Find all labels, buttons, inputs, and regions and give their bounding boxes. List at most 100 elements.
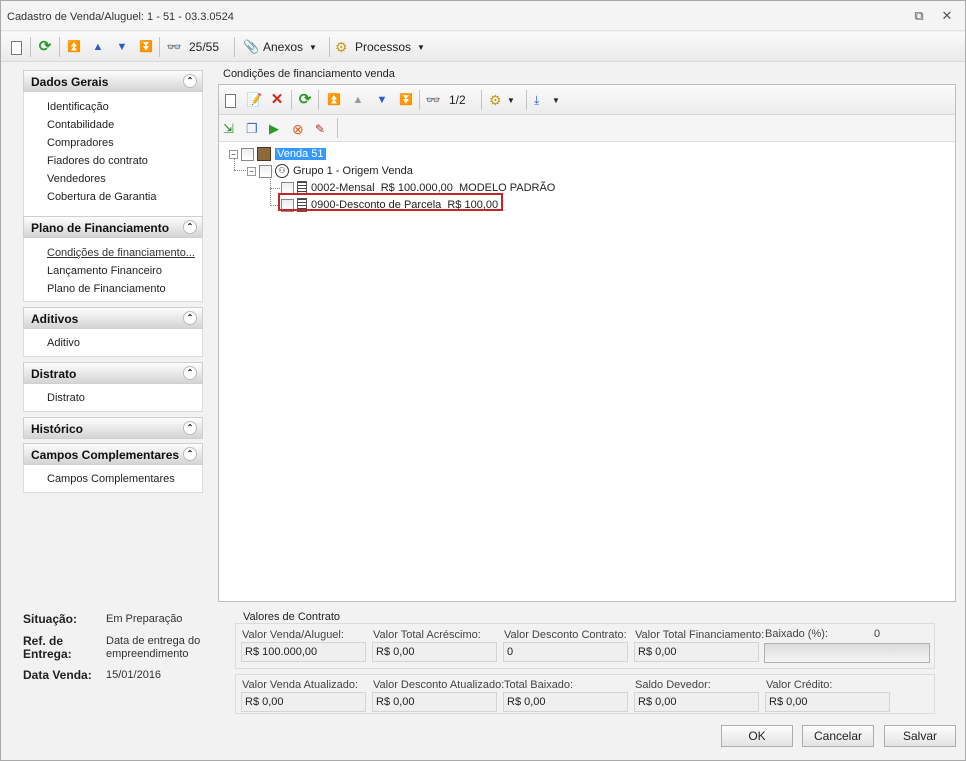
process-menu[interactable]: ⚙ ▼ <box>489 90 515 110</box>
sidebar-item-cobertura-garantia[interactable]: Cobertura de Garantia <box>24 188 202 206</box>
collapse-icon[interactable]: ⌃ <box>183 421 197 435</box>
sidebar-group-header[interactable]: Distrato ⌃ <box>23 362 203 384</box>
new-record-button[interactable] <box>9 37 22 57</box>
paperclip-icon: 📎 <box>243 39 260 54</box>
tree-checkbox[interactable] <box>259 164 272 178</box>
sidebar-item-plano-financiamento[interactable]: Plano de Financiamento <box>24 280 202 298</box>
valor-credito-field[interactable]: R$ 0,00 <box>765 692 890 712</box>
valor-venda-field[interactable]: R$ 100.000,00 <box>241 642 366 662</box>
restore-icon[interactable]: ⧉ <box>911 8 927 24</box>
sidebar: Dados Gerais ⌃ Identificação Contabilidad… <box>15 63 211 603</box>
tree-node-root[interactable]: − Venda 51 <box>229 146 326 162</box>
sidebar-item-aditivo[interactable]: Aditivo <box>24 334 202 352</box>
delete-item-button[interactable]: ✕ <box>269 90 285 110</box>
dropdown-arrow-icon: ▼ <box>507 95 515 105</box>
previous-record-button[interactable]: ▲ <box>90 37 106 57</box>
first-record-icon: ⏫ <box>67 41 81 53</box>
copy-icon: ❐ <box>246 121 258 136</box>
cancel-button[interactable]: Cancelar <box>802 725 874 747</box>
toolbar-separator <box>419 90 420 110</box>
up-arrow-icon: ▲ <box>92 41 104 53</box>
new-document-icon <box>225 93 236 108</box>
valor-acrescimo-field[interactable]: R$ 0,00 <box>372 642 497 662</box>
valor-venda-atualizado-field[interactable]: R$ 0,00 <box>241 692 366 712</box>
ref-entrega-value-line2: empreendimento <box>106 648 189 660</box>
collapse-toggle-icon[interactable]: − <box>229 149 238 159</box>
anexos-menu[interactable]: 📎 Anexos ▼ <box>243 37 317 57</box>
last-record-button[interactable]: ⏬ <box>138 37 154 57</box>
new-item-button[interactable] <box>223 90 236 110</box>
tree-menu[interactable]: ⤓ ▼ <box>534 90 560 110</box>
find-button[interactable]: 👓 <box>166 37 182 57</box>
next-record-button[interactable]: ▼ <box>374 90 390 110</box>
sidebar-item-campos-complementares[interactable]: Campos Complementares <box>24 470 202 488</box>
collapse-toggle-icon[interactable]: − <box>247 166 256 176</box>
refresh-button[interactable]: ⟳ <box>297 90 313 110</box>
sidebar-item-vendedores[interactable]: Vendedores <box>24 170 202 188</box>
processos-label: Processos <box>355 40 412 54</box>
saldo-devedor-field[interactable]: R$ 0,00 <box>634 692 759 712</box>
toolbar-separator <box>59 37 60 57</box>
highlight-box <box>278 193 503 211</box>
edit-item-button[interactable]: 📝 <box>246 90 262 110</box>
refresh-button[interactable]: ⟳ <box>37 37 53 57</box>
last-record-button[interactable]: ⏬ <box>398 90 414 110</box>
valor-desconto-contrato-field[interactable]: 0 <box>503 642 628 662</box>
toolbar-separator <box>329 37 330 57</box>
sidebar-item-contabilidade[interactable]: Contabilidade <box>24 116 202 134</box>
sidebar-item-identificacao[interactable]: Identificação <box>24 98 202 116</box>
collapse-icon[interactable]: ⌃ <box>183 220 197 234</box>
sidebar-item-condicoes-financiamento[interactable]: Condições de financiamento... <box>24 244 202 262</box>
import-icon: ⇲ <box>223 121 234 136</box>
save-button[interactable]: Salvar <box>884 725 956 747</box>
record-counter: 1/2 <box>449 93 466 107</box>
collapse-icon[interactable]: ⌃ <box>183 366 197 380</box>
processos-menu[interactable]: ⚙ Processos ▼ <box>335 37 425 57</box>
import-button[interactable]: ⇲ <box>223 119 239 139</box>
binoculars-icon: 👓 <box>425 93 441 107</box>
find-button[interactable]: 👓 <box>425 90 441 110</box>
collapse-icon[interactable]: ⌃ <box>183 447 197 461</box>
sidebar-group-campos-complementares: Campos Complementares ⌃ Campos Complement… <box>23 443 203 493</box>
sidebar-item-fiadores[interactable]: Fiadores do contrato <box>24 152 202 170</box>
title-bar: Cadastro de Venda/Aluguel: 1 - 51 - 03.3… <box>1 1 965 31</box>
sidebar-item-compradores[interactable]: Compradores <box>24 134 202 152</box>
close-icon[interactable]: ✕ <box>939 8 955 24</box>
dropdown-arrow-icon: ▼ <box>552 95 560 105</box>
first-record-button[interactable]: ⏫ <box>66 37 82 57</box>
collapse-icon[interactable]: ⌃ <box>183 311 197 325</box>
toolbar-separator <box>526 90 527 110</box>
record-counter: 25/55 <box>189 40 220 54</box>
copy-button[interactable]: ❐ <box>246 119 262 139</box>
sidebar-item-lancamento-financeiro[interactable]: Lançamento Financeiro <box>24 262 202 280</box>
tree-checkbox[interactable] <box>241 147 254 161</box>
collapse-icon[interactable]: ⌃ <box>183 74 197 88</box>
refresh-icon: ⟳ <box>298 91 312 108</box>
ref-entrega-label-line1: Ref. de <box>23 634 64 648</box>
sidebar-group-header[interactable]: Dados Gerais ⌃ <box>23 70 203 92</box>
valor-venda-label: Valor Venda/Aluguel: <box>242 629 344 641</box>
sidebar-group-aditivos: Aditivos ⌃ Aditivo <box>23 307 203 357</box>
valor-total-financiamento-field[interactable]: R$ 0,00 <box>634 642 759 662</box>
sidebar-group-historico: Histórico ⌃ <box>23 417 203 439</box>
valor-desconto-contrato-label: Valor Desconto Contrato: <box>504 629 627 641</box>
ref-entrega-label-line2: Entrega: <box>23 647 72 661</box>
tree-connector <box>234 170 248 171</box>
next-record-button[interactable]: ▼ <box>114 37 130 57</box>
sidebar-group-header[interactable]: Campos Complementares ⌃ <box>23 443 203 465</box>
total-baixado-field[interactable]: R$ 0,00 <box>503 692 628 712</box>
sidebar-group-header[interactable]: Histórico ⌃ <box>23 417 203 439</box>
stop-icon: ⊗ <box>292 121 304 137</box>
sidebar-group-header[interactable]: Aditivos ⌃ <box>23 307 203 329</box>
sidebar-group-title: Aditivos <box>31 312 79 326</box>
sidebar-item-distrato[interactable]: Distrato <box>24 389 202 407</box>
valor-desconto-atualizado-field[interactable]: R$ 0,00 <box>372 692 497 712</box>
situacao-label: Situação: <box>23 612 78 626</box>
tree-node-group[interactable]: − ⚇ Grupo 1 - Origem Venda <box>247 163 413 179</box>
cancel-action-button[interactable]: ⊗ <box>292 119 308 139</box>
valor-venda-atualizado-label: Valor Venda Atualizado: <box>242 679 358 691</box>
spell-check-button[interactable]: ✎ <box>315 119 331 139</box>
sidebar-group-header[interactable]: Plano de Financiamento ⌃ <box>23 216 203 238</box>
run-button[interactable]: ▶ <box>269 119 285 139</box>
ok-button[interactable]: OK <box>721 725 793 747</box>
